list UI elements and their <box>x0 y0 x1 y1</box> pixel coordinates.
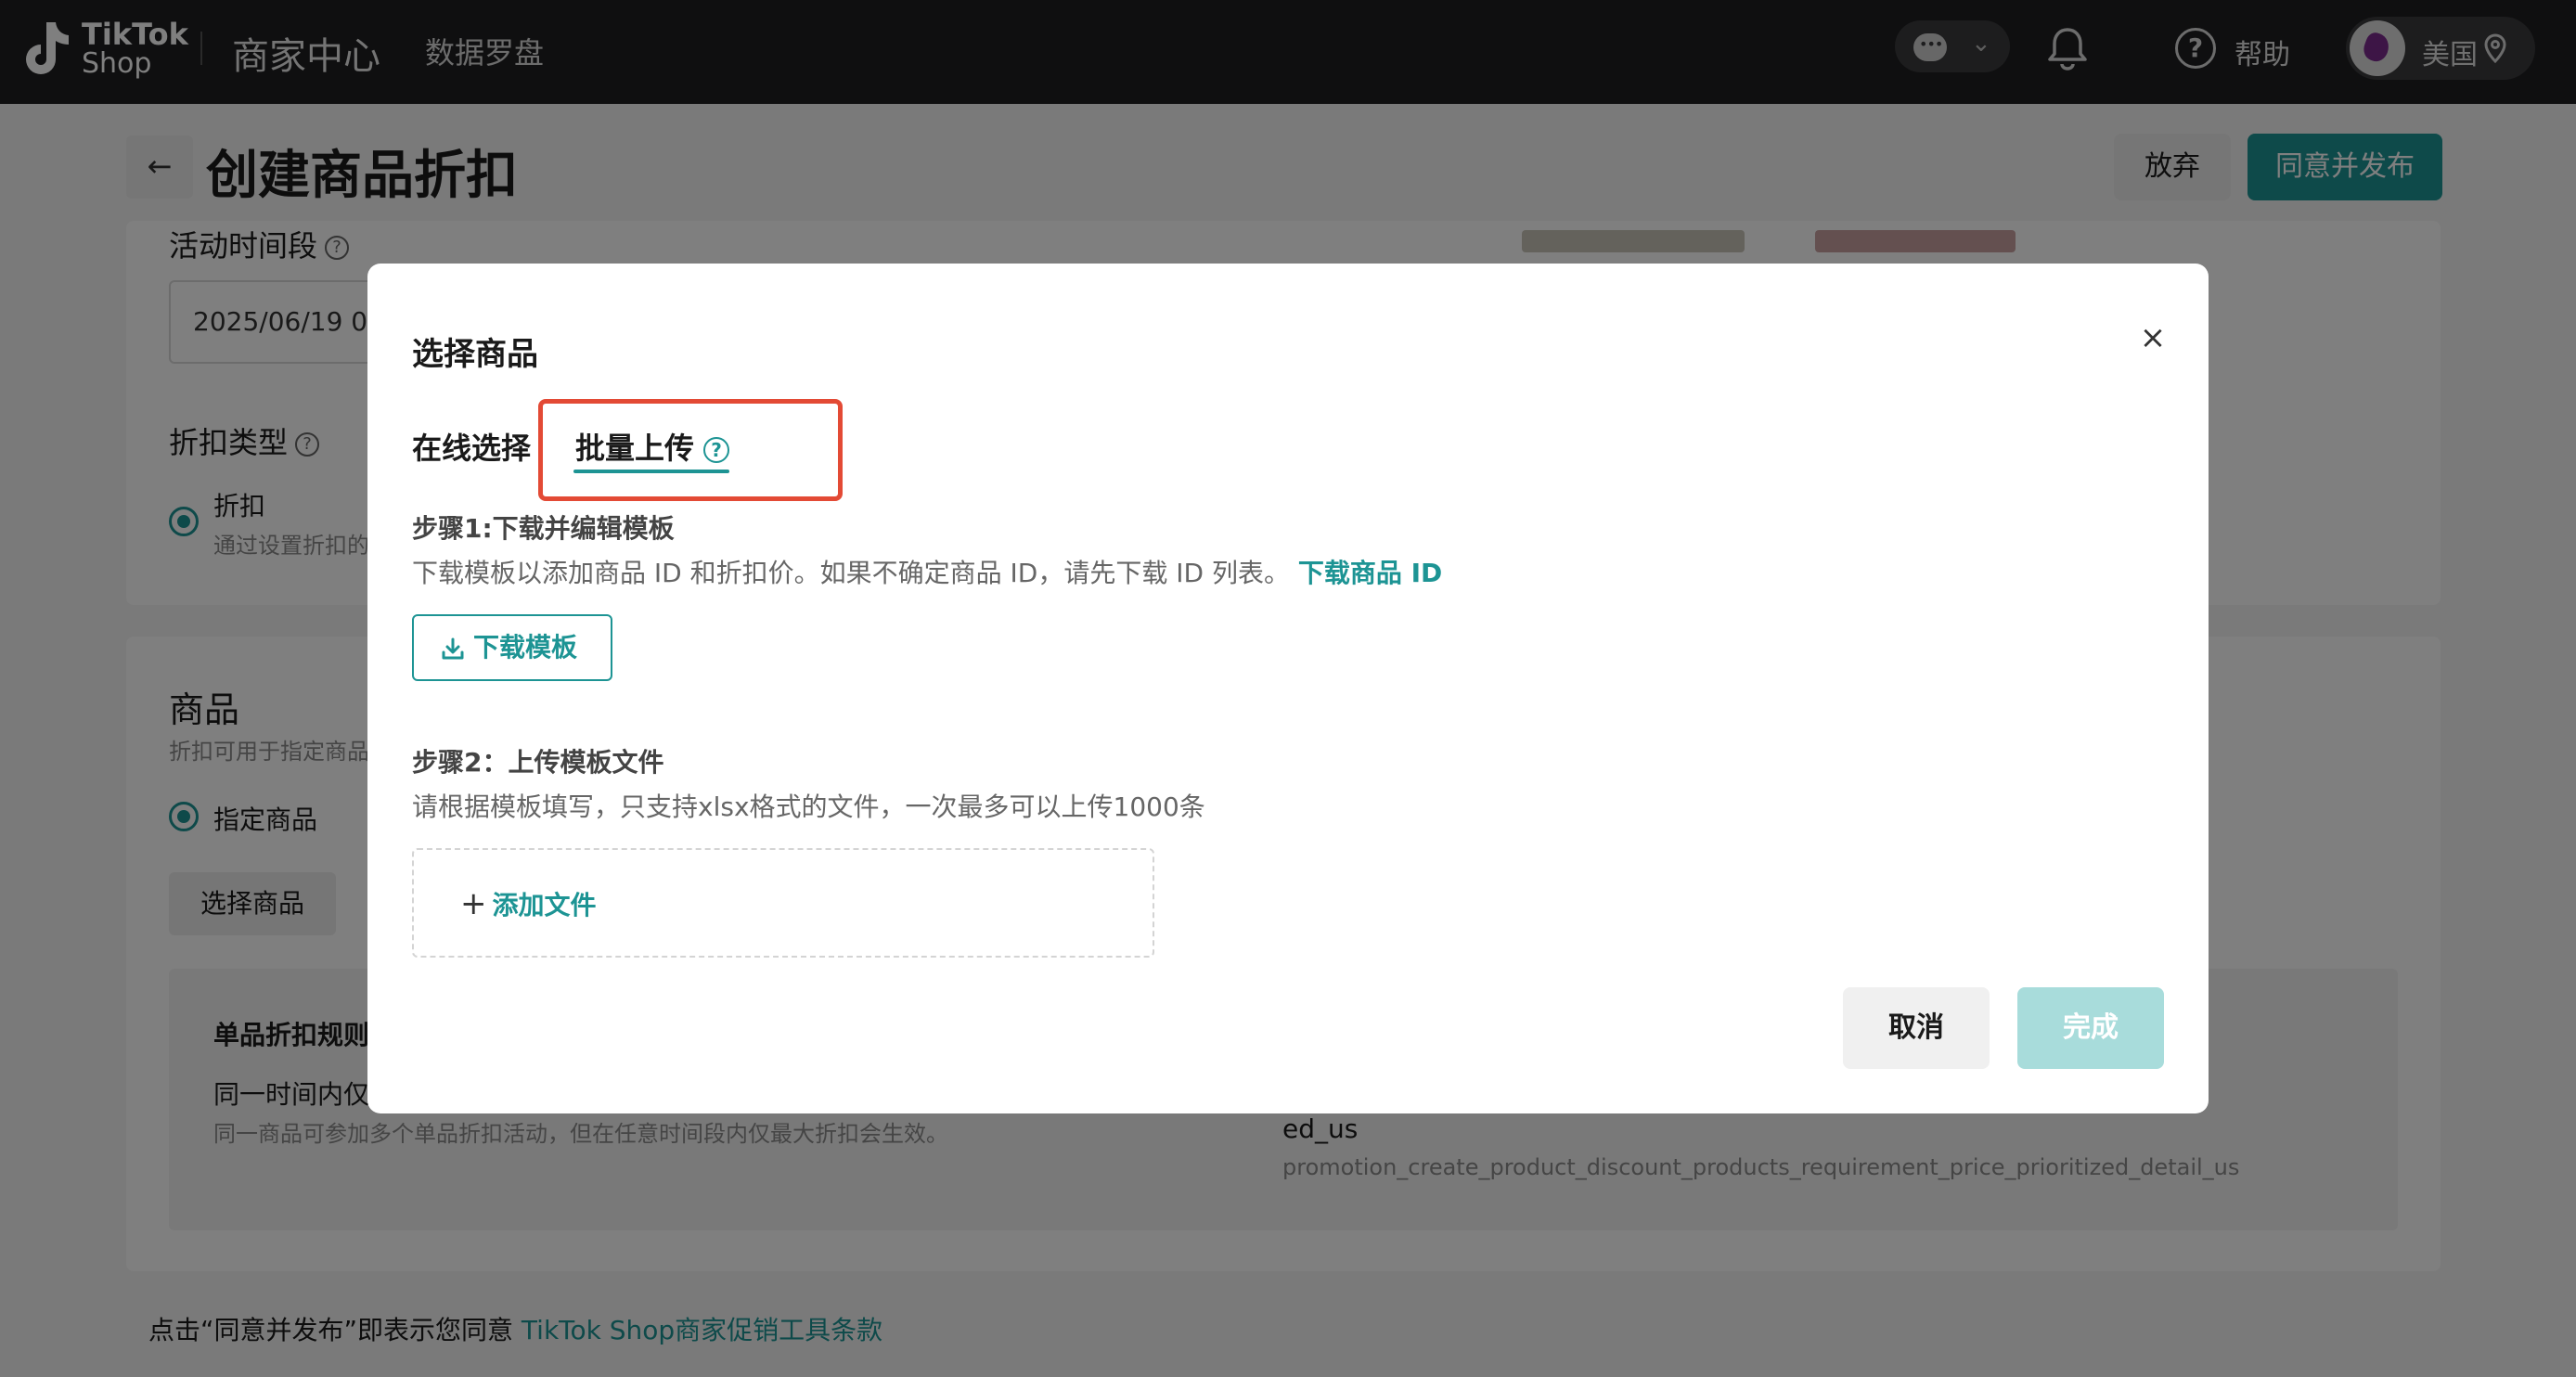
plus-icon: + <box>460 885 487 922</box>
download-product-id-link[interactable]: 下载商品 ID <box>1298 558 1442 588</box>
tab-online-select[interactable]: 在线选择 <box>412 425 531 468</box>
done-button[interactable]: 完成 <box>2017 987 2164 1069</box>
select-products-modal: 选择商品 × 在线选择 批量上传? 步骤1:下载并编辑模板 下载模板以添加商品 … <box>367 264 2209 1113</box>
add-file-label[interactable]: + 添加文件 <box>460 885 597 922</box>
download-template-button[interactable]: 下载模板 <box>412 614 612 681</box>
modal-title: 选择商品 <box>412 336 538 373</box>
file-upload-zone[interactable]: + 添加文件 <box>412 848 1154 958</box>
close-icon[interactable]: × <box>2136 321 2170 354</box>
cancel-button[interactable]: 取消 <box>1843 987 1990 1069</box>
download-icon <box>442 637 464 660</box>
highlight-annotation <box>538 399 843 501</box>
step1-desc: 下载模板以添加商品 ID 和折扣价。如果不确定商品 ID，请先下载 ID 列表。… <box>412 558 1443 588</box>
step1-title: 步骤1:下载并编辑模板 <box>412 513 675 544</box>
step2-title: 步骤2：上传模板文件 <box>412 747 664 778</box>
step2-desc: 请根据模板填写，只支持xlsx格式的文件，一次最多可以上传1000条 <box>412 791 1205 822</box>
